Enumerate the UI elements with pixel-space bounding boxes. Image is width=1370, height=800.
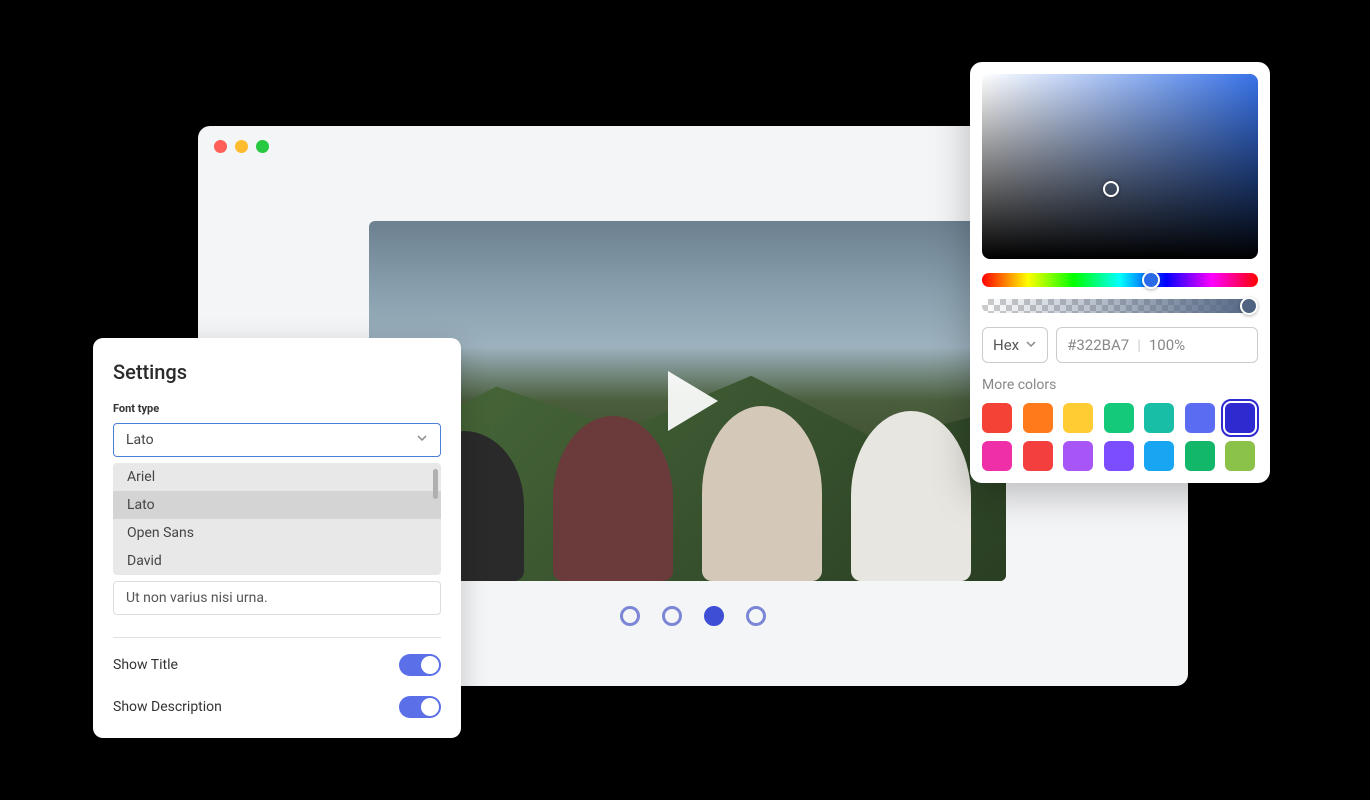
gradient-handle[interactable] [1103,181,1119,197]
swatch-5[interactable] [1144,403,1174,433]
carousel-pager [620,606,766,626]
dropdown-scrollbar[interactable] [433,469,438,499]
show-title-row: Show Title [113,654,441,676]
description-textarea[interactable]: Ut non varius nisi urna. [113,581,441,615]
pager-dot-2[interactable] [662,606,682,626]
swatch-10[interactable] [1063,441,1093,471]
pager-dot-1[interactable] [620,606,640,626]
swatch-6[interactable] [1185,403,1215,433]
toggle-knob [421,698,439,716]
more-colors-label: More colors [982,377,1258,393]
font-type-value: Lato [126,432,154,448]
color-picker-panel: Hex #322BA7 | 100% More colors [970,62,1270,483]
show-description-toggle[interactable] [399,696,441,718]
close-window-button[interactable] [214,140,227,153]
swatch-7[interactable] [1225,403,1255,433]
color-gradient-area[interactable] [982,74,1258,259]
pager-dot-3[interactable] [704,606,724,626]
maximize-window-button[interactable] [256,140,269,153]
swatch-9[interactable] [1023,441,1053,471]
color-format-label: Hex [993,336,1019,354]
font-option-david[interactable]: David [113,547,441,575]
color-format-select[interactable]: Hex [982,327,1048,363]
toggle-knob [421,656,439,674]
minimize-window-button[interactable] [235,140,248,153]
hue-handle[interactable] [1142,271,1160,289]
swatch-3[interactable] [1063,403,1093,433]
swatch-13[interactable] [1185,441,1215,471]
show-title-label: Show Title [113,657,178,673]
font-type-label: Font type [113,402,441,415]
font-type-select[interactable]: Lato [113,423,441,457]
settings-title: Settings [113,360,441,384]
video-preview[interactable] [369,221,1006,581]
color-inputs-row: Hex #322BA7 | 100% [982,327,1258,363]
hue-slider[interactable] [982,273,1258,287]
swatch-14[interactable] [1225,441,1255,471]
font-dropdown-list: Ariel Lato Open Sans David [113,463,441,575]
font-option-ariel[interactable]: Ariel [113,463,441,491]
swatch-8[interactable] [982,441,1012,471]
opacity-value: 100% [1149,336,1185,354]
swatch-11[interactable] [1104,441,1134,471]
play-icon[interactable] [638,351,738,451]
divider [113,637,441,638]
font-option-open-sans[interactable]: Open Sans [113,519,441,547]
font-option-lato[interactable]: Lato [113,491,441,519]
hex-input[interactable]: #322BA7 | 100% [1056,327,1258,363]
input-divider: | [1137,336,1141,354]
settings-panel: Settings Font type Lato Ariel Lato Open … [93,338,461,738]
swatch-4[interactable] [1104,403,1134,433]
pager-dot-4[interactable] [746,606,766,626]
opacity-slider[interactable] [982,299,1258,313]
chevron-down-icon [1025,336,1037,354]
opacity-handle[interactable] [1240,297,1258,315]
hex-value: #322BA7 [1067,336,1129,354]
show-description-label: Show Description [113,699,222,715]
swatch-1[interactable] [982,403,1012,433]
swatch-grid [982,403,1258,471]
swatch-12[interactable] [1144,441,1174,471]
chevron-down-icon [416,432,428,448]
show-description-row: Show Description [113,696,441,718]
swatch-2[interactable] [1023,403,1053,433]
show-title-toggle[interactable] [399,654,441,676]
